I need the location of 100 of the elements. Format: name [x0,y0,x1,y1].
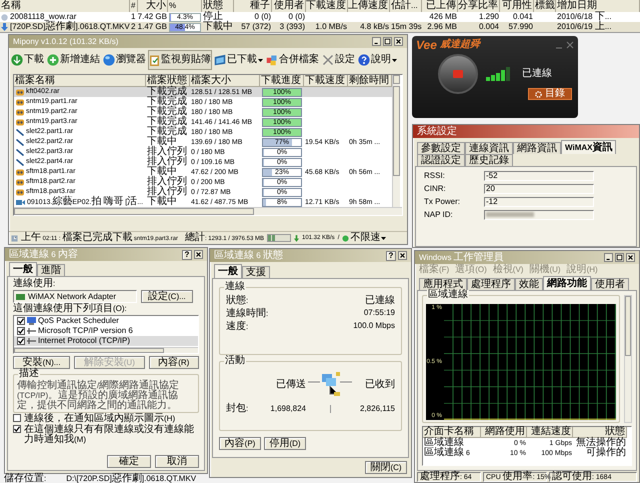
scrollbar[interactable] [14,347,198,353]
tab[interactable]: 應用程式 [419,278,467,290]
column-header[interactable]: 可用性 [500,0,534,12]
caret-icon [392,58,397,62]
tab[interactable]: 使用者 [591,278,629,290]
tab[interactable]: 效能 [515,278,543,290]
table-cell: 停止 [203,12,223,22]
minimize-icon[interactable] [604,253,613,262]
field-label: 速度: [226,322,248,332]
column-header[interactable]: 使用者 [272,0,306,12]
menu-button[interactable]: 目錄 [528,88,572,100]
tab[interactable]: 一般 [214,264,242,278]
close-icon[interactable] [398,251,407,260]
column-header[interactable]: 下載進度 [260,75,304,87]
action-button[interactable]: 內容(P) [219,437,261,450]
toolbar-button[interactable]: 瀏覽器 [102,50,147,70]
tab[interactable]: 進階 [37,264,65,276]
dialog-button[interactable]: 取消 [155,455,199,468]
column-header[interactable]: 估計... [390,0,422,12]
column-header[interactable]: 標籤 [534,0,556,12]
toolbar-button[interactable]: 設定 [321,50,356,70]
window-title: 區域連線 6 內容 [9,250,79,260]
dialog-button[interactable]: 確定 [107,455,151,468]
tab[interactable]: 網路資訊 [513,142,561,154]
circle-icon [1,14,8,20]
help-button[interactable]: ? [386,250,396,260]
column-header[interactable]: 狀態 [202,0,234,12]
column-header[interactable]: 增加日期 [556,0,640,12]
action-button[interactable]: 內容(R) [148,356,199,369]
column-header[interactable]: 剩餘時間 [348,75,392,87]
scrollbar[interactable] [392,75,400,207]
checkbox[interactable] [13,425,21,433]
close-icon[interactable] [626,253,635,262]
checkbox[interactable] [17,317,25,325]
configure-button[interactable]: 設定(C)... [141,290,193,303]
table-cell: 2010/6/19 上... [557,22,612,32]
tab[interactable]: 處理程序 [467,278,515,290]
column-header[interactable]: # [130,0,138,12]
maximize-icon[interactable] [383,37,392,46]
minimize-icon[interactable] [372,37,381,46]
action-button[interactable]: 安裝(N)... [13,356,70,369]
table-cell-text: 下載中 [147,166,177,176]
close-icon[interactable] [194,250,203,259]
toolbar-button[interactable]: 已下載 [213,50,264,70]
column-header[interactable]: 下載速度 [304,75,348,87]
table-cell: 7.42 GB [138,13,167,21]
column-header[interactable]: 檔案名稱 [14,75,146,87]
save-path-label: 儲存位置: [4,474,46,483]
tab[interactable]: 參數設定 [417,142,465,154]
toolbar-button[interactable]: 合併檔案 [265,50,320,70]
gear-icon [535,90,542,98]
scrollbar[interactable] [14,207,402,215]
scrollbar[interactable] [624,295,632,423]
puzzle-icon [266,54,278,66]
tab[interactable]: 連線資訊 [465,142,513,154]
field-label: CINR: [424,184,447,192]
field-label: Tx Power: [424,198,462,206]
adapter-name: WiMAX Network Adapter [28,292,116,300]
table-cell: 0.004 [478,23,499,31]
packets-sent: 1,698,824 [269,405,306,413]
speed-limit-button[interactable]: 不限速 [342,233,386,243]
column-header[interactable]: 狀態 [573,427,627,438]
section-label: 連線使用: [13,279,56,289]
tab[interactable]: 歷史記錄 [465,154,513,166]
column-header[interactable]: 網路使用 [481,427,527,438]
action-button[interactable]: 停用(D) [264,437,306,450]
toolbar-button[interactable]: 下載 [10,50,45,70]
value-field: -52 [484,170,594,180]
tab[interactable]: 一般 [9,262,37,276]
toolbar-button[interactable]: 監視剪貼簿 [148,50,212,70]
column-header[interactable]: % [168,0,202,12]
down-arrow-icon [294,234,299,242]
checkbox[interactable] [13,414,21,422]
help-button[interactable]: ? [182,250,192,260]
column-header[interactable]: 名稱 [0,0,130,12]
column-header[interactable]: 檔案大小 [190,75,260,87]
checkbox[interactable] [17,337,25,345]
table-cell-text: 下載完成 [147,106,187,116]
close-button[interactable]: 關閉(C) [365,461,407,474]
tab[interactable]: WiMAX資訊 [561,140,616,154]
column-header[interactable]: 檔案狀態 [146,75,190,87]
list-item[interactable]: Internet Protocol (TCP/IP) [14,336,198,346]
close-icon[interactable] [394,37,403,46]
toolbar-button[interactable]: 新增連結 [46,50,101,70]
checkbox[interactable] [17,327,25,335]
toolbar-button[interactable]: 說明 [357,50,398,70]
maximize-icon[interactable] [615,253,624,262]
table-cell: 無法操作的 [576,438,626,448]
table-cell: 57 (372) [241,23,271,31]
table-cell: 15m 39s [391,23,422,31]
column-header[interactable]: 連結速度 [527,427,573,438]
item-label: Internet Protocol (TCP/IP) [38,337,130,345]
tab[interactable]: 認證設定 [417,154,465,166]
tab[interactable]: 網路功能 [543,276,591,290]
column-header[interactable]: 介面卡名稱 [423,427,481,438]
clipboard-icon [149,54,160,66]
tab[interactable]: 支援 [242,266,270,278]
field-value: 100.0 Mbps [353,322,395,332]
option-label: 在這個連線只有有限連線或沒有連線能力時通知我(M) [24,425,195,445]
power-button[interactable] [438,54,478,94]
